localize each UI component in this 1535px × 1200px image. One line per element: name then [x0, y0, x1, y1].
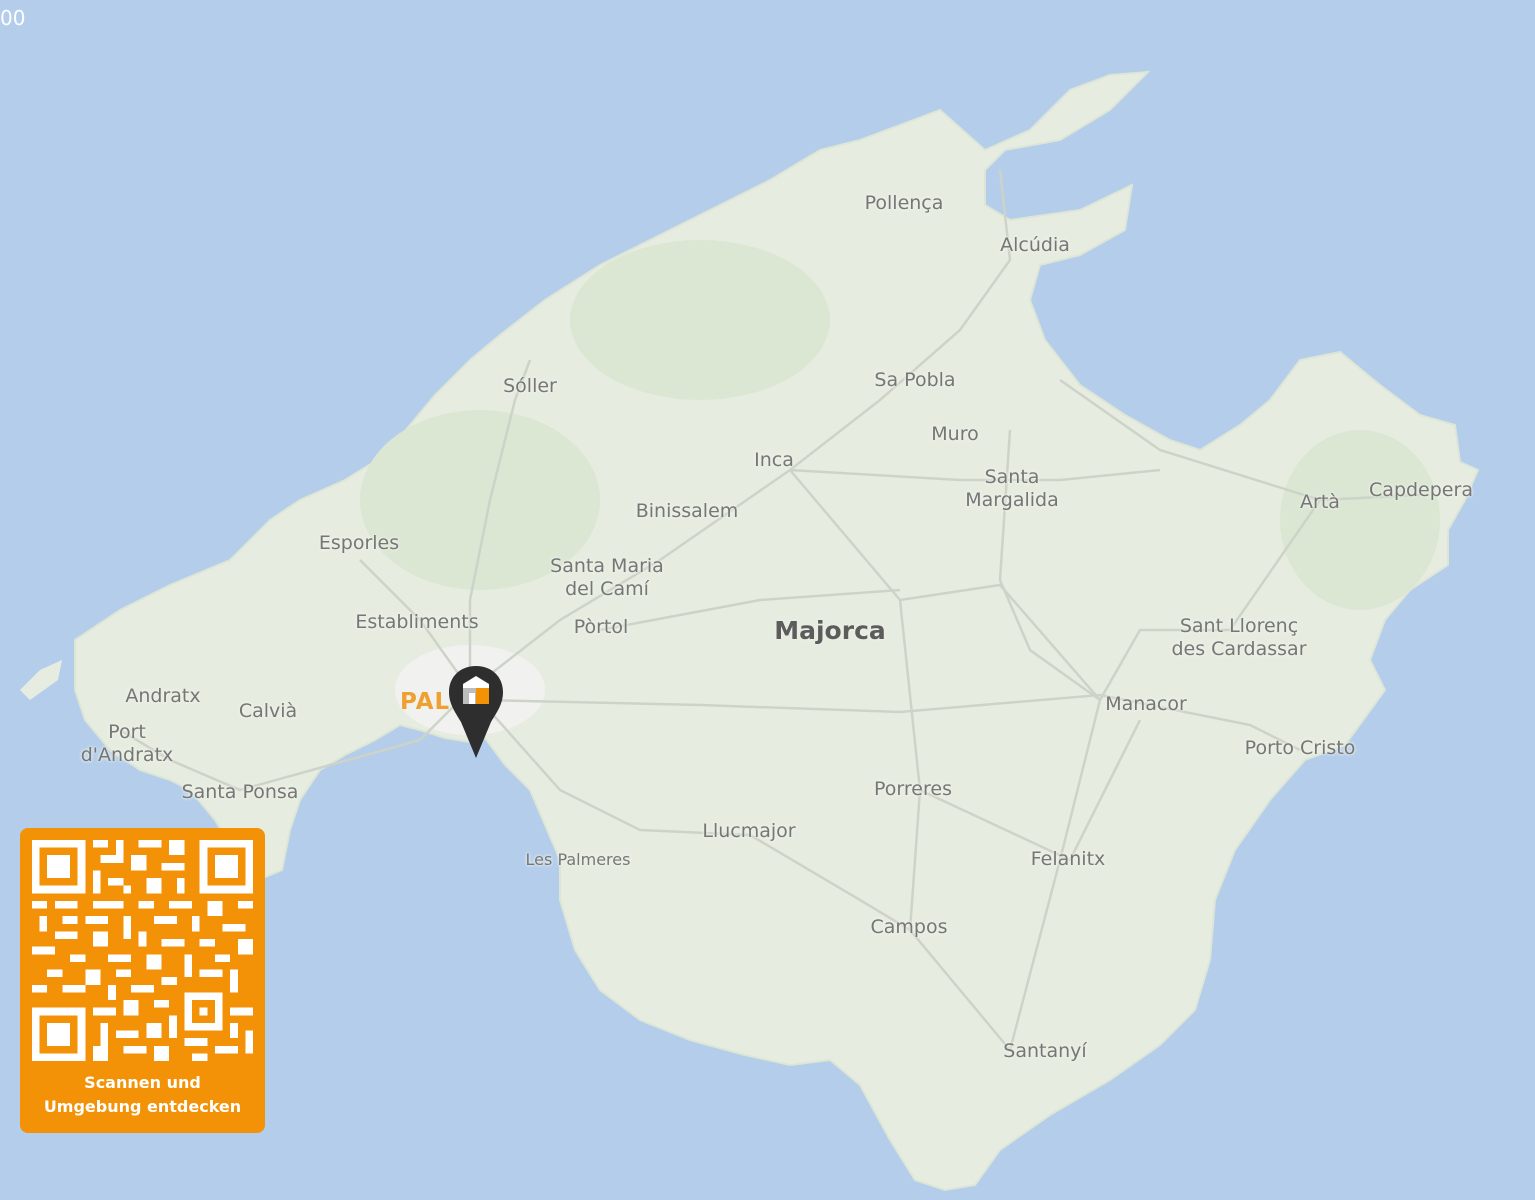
place-santa-margalida-line1: Santa	[984, 466, 1040, 488]
place-andratx: Andratx	[125, 685, 201, 707]
place-sant-llorenc-line1: Sant Llorenç	[1179, 615, 1299, 637]
place-les-palmeres: Les Palmeres	[525, 850, 631, 869]
place-sant-llorenc: Sant Llorenç des Cardassar	[1171, 615, 1306, 661]
place-porto-cristo: Porto Cristo	[1244, 737, 1356, 759]
place-esporles: Esporles	[318, 532, 400, 554]
location-pin-icon[interactable]	[447, 664, 505, 760]
place-inca: Inca	[754, 449, 794, 471]
place-santanyi: Santanyí	[1003, 1040, 1087, 1062]
place-manacor: Manacor	[1105, 693, 1187, 715]
place-santa-ponsa: Santa Ponsa	[181, 781, 299, 803]
place-port-dandratx: Port d'Andratx	[81, 721, 174, 767]
place-santa-maria-line1: Santa Maria	[550, 555, 664, 577]
place-capdepera: Capdepera	[1369, 479, 1473, 501]
place-sant-llorenc-line2: des Cardassar	[1171, 638, 1307, 660]
place-campos: Campos	[870, 916, 948, 938]
place-binissalem: Binissalem	[635, 500, 739, 522]
place-felanitx: Felanitx	[1030, 848, 1106, 870]
place-santa-margalida-line2: Margalida	[965, 489, 1059, 511]
place-llucmajor: Llucmajor	[702, 820, 796, 842]
corner-label: 00	[0, 6, 26, 30]
qr-code-icon[interactable]	[32, 840, 253, 1061]
qr-caption-line2: Umgebung entdecken	[43, 1097, 242, 1116]
terrain-patch	[570, 240, 830, 400]
capital-label: PAL	[400, 689, 451, 715]
place-portol: Pòrtol	[573, 616, 629, 638]
region-label: Majorca	[774, 616, 886, 645]
place-arta: Artà	[1300, 491, 1340, 513]
place-santa-maria-line2: del Camí	[565, 578, 649, 600]
place-calvia: Calvià	[238, 700, 298, 722]
qr-card[interactable]: Scannen und Umgebung entdecken	[20, 828, 265, 1133]
place-santa-margalida: Santa Margalida	[965, 466, 1058, 512]
map-view[interactable]: 00 Pollença Alcúdia Sóller Sa Pobla Muro…	[0, 0, 1535, 1200]
qr-caption: Scannen und Umgebung entdecken	[20, 1071, 265, 1119]
place-establiments: Establiments	[355, 611, 479, 633]
place-alcudia: Alcúdia	[1000, 234, 1070, 256]
place-sa-pobla: Sa Pobla	[874, 369, 956, 391]
place-port-dandratx-line2: d'Andratx	[80, 744, 174, 766]
place-soller: Sóller	[503, 375, 557, 397]
terrain-patch	[1280, 430, 1440, 610]
place-port-dandratx-line1: Port	[108, 721, 146, 743]
place-santa-maria-del-cami: Santa Maria del Camí	[550, 555, 664, 601]
place-pollenca: Pollença	[864, 192, 944, 214]
qr-caption-line1: Scannen und	[84, 1073, 201, 1092]
place-porreres: Porreres	[874, 778, 952, 800]
place-muro: Muro	[931, 423, 979, 445]
